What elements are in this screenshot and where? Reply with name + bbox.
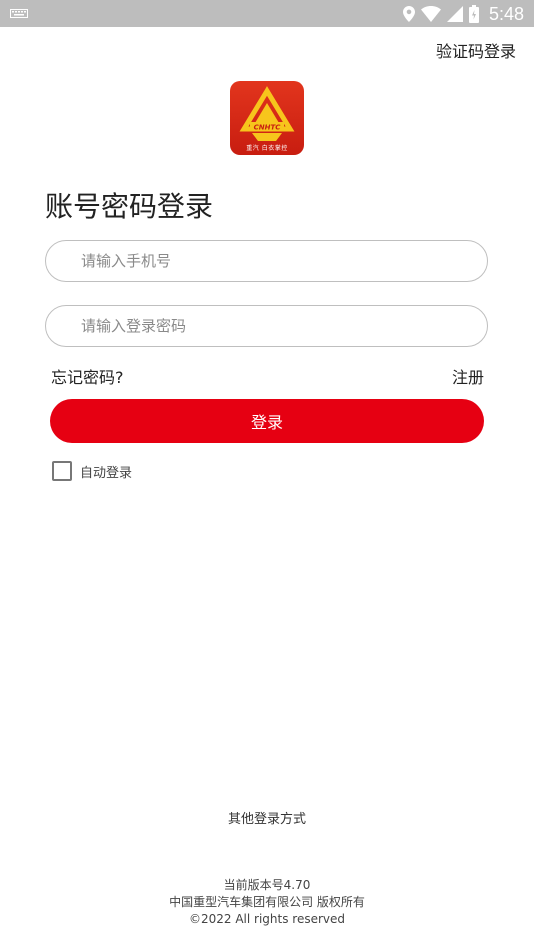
phone-input[interactable] bbox=[79, 241, 463, 281]
status-bar: 5:48 bbox=[0, 0, 534, 27]
signal-icon bbox=[446, 6, 463, 22]
page-title: 账号密码登录 bbox=[45, 190, 214, 223]
login-button[interactable]: 登录 bbox=[50, 399, 484, 443]
footer: 当前版本号4.70 中国重型汽车集团有限公司 版权所有 ©2022 All ri… bbox=[0, 877, 534, 928]
other-login-methods-link[interactable]: 其他登录方式 bbox=[0, 808, 534, 827]
status-time: 5:48 bbox=[488, 3, 524, 24]
copyright-text: ©2022 All rights reserved bbox=[188, 912, 346, 926]
sms-login-link[interactable]: 验证码登录 bbox=[436, 38, 516, 62]
phone-field[interactable] bbox=[45, 240, 488, 282]
app-logo: CNHTC 重汽 白衣掌控 bbox=[230, 81, 304, 155]
keyboard-icon bbox=[10, 9, 28, 18]
company-text: 中国重型汽车集团有限公司 版权所有 bbox=[169, 895, 365, 909]
auto-login-option[interactable]: 自动登录 bbox=[52, 461, 132, 481]
password-input[interactable] bbox=[79, 306, 463, 346]
forgot-password-link[interactable]: 忘记密码? bbox=[51, 364, 124, 388]
register-link[interactable]: 注册 bbox=[452, 364, 484, 388]
location-icon bbox=[402, 6, 415, 22]
auto-login-label: 自动登录 bbox=[80, 465, 133, 481]
wifi-icon bbox=[420, 6, 441, 22]
logo-caption: 重汽 白衣掌控 bbox=[246, 145, 288, 152]
battery-icon bbox=[468, 5, 479, 23]
password-field[interactable] bbox=[45, 305, 488, 347]
version-text: 当前版本号4.70 bbox=[223, 878, 311, 892]
auto-login-checkbox[interactable] bbox=[52, 461, 72, 481]
logo-brand-text: CNHTC bbox=[254, 124, 282, 132]
